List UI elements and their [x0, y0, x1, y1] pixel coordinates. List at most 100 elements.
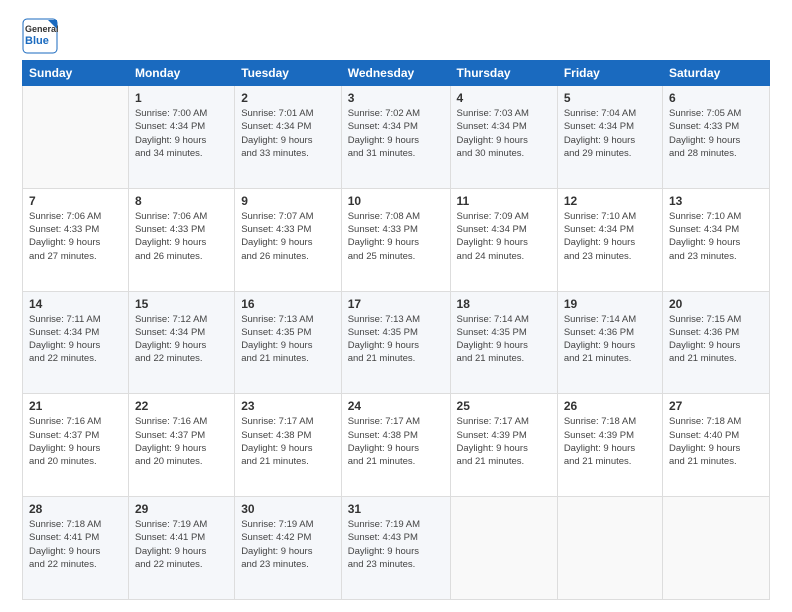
day-cell: 18 Sunrise: 7:14 AM Sunset: 4:35 PM Dayli… [450, 291, 557, 394]
day-cell: 8 Sunrise: 7:06 AM Sunset: 4:33 PM Daylig… [128, 188, 234, 291]
day-info: Sunrise: 7:07 AM Sunset: 4:33 PM Dayligh… [241, 210, 335, 263]
day-info: Sunrise: 7:18 AM Sunset: 4:39 PM Dayligh… [564, 415, 656, 468]
day-cell: 30 Sunrise: 7:19 AM Sunset: 4:42 PM Dayli… [235, 497, 342, 600]
day-number: 21 [29, 399, 122, 413]
day-cell: 31 Sunrise: 7:19 AM Sunset: 4:43 PM Dayli… [341, 497, 450, 600]
day-cell: 28Sunrise: 7:18 AM Sunset: 4:41 PM Dayli… [23, 497, 129, 600]
day-cell: 15 Sunrise: 7:12 AM Sunset: 4:34 PM Dayli… [128, 291, 234, 394]
day-number: 1 [135, 91, 228, 105]
day-cell: 4Sunrise: 7:03 AM Sunset: 4:34 PM Daylig… [450, 86, 557, 189]
day-number: 3 [348, 91, 444, 105]
calendar-body: 1 Sunrise: 7:00 AM Sunset: 4:34 PM Daylig… [23, 86, 770, 600]
day-cell: 23Sunrise: 7:17 AM Sunset: 4:38 PM Dayli… [235, 394, 342, 497]
day-number: 6 [669, 91, 763, 105]
day-cell: 3 Sunrise: 7:02 AM Sunset: 4:34 PM Daylig… [341, 86, 450, 189]
day-cell: 29 Sunrise: 7:19 AM Sunset: 4:41 PM Dayli… [128, 497, 234, 600]
day-number: 2 [241, 91, 335, 105]
day-cell: 14 Sunrise: 7:11 AM Sunset: 4:34 PM Dayli… [23, 291, 129, 394]
logo: General Blue [22, 18, 58, 54]
day-info: Sunrise: 7:16 AM Sunset: 4:37 PM Dayligh… [29, 415, 122, 468]
day-cell [23, 86, 129, 189]
day-info: Sunrise: 7:10 AM Sunset: 4:34 PM Dayligh… [669, 210, 763, 263]
day-cell [557, 497, 662, 600]
day-info: Sunrise: 7:16 AM Sunset: 4:37 PM Dayligh… [135, 415, 228, 468]
day-number: 16 [241, 297, 335, 311]
week-row-1: 1 Sunrise: 7:00 AM Sunset: 4:34 PM Daylig… [23, 86, 770, 189]
day-number: 15 [135, 297, 228, 311]
day-info: Sunrise: 7:01 AM Sunset: 4:34 PM Dayligh… [241, 107, 335, 160]
day-cell: 13 Sunrise: 7:10 AM Sunset: 4:34 PM Dayli… [662, 188, 769, 291]
day-number: 29 [135, 502, 228, 516]
day-info: Sunrise: 7:03 AM Sunset: 4:34 PM Dayligh… [457, 107, 551, 160]
day-info: Sunrise: 7:10 AM Sunset: 4:34 PM Dayligh… [564, 210, 656, 263]
day-info: Sunrise: 7:13 AM Sunset: 4:35 PM Dayligh… [348, 313, 444, 366]
week-row-4: 21 Sunrise: 7:16 AM Sunset: 4:37 PM Dayli… [23, 394, 770, 497]
day-number: 20 [669, 297, 763, 311]
day-info: Sunrise: 7:11 AM Sunset: 4:34 PM Dayligh… [29, 313, 122, 366]
day-info: Sunrise: 7:12 AM Sunset: 4:34 PM Dayligh… [135, 313, 228, 366]
calendar-header: SundayMondayTuesdayWednesdayThursdayFrid… [23, 61, 770, 86]
day-cell: 7 Sunrise: 7:06 AM Sunset: 4:33 PM Daylig… [23, 188, 129, 291]
day-cell: 21 Sunrise: 7:16 AM Sunset: 4:37 PM Dayli… [23, 394, 129, 497]
day-number: 14 [29, 297, 122, 311]
day-cell: 2 Sunrise: 7:01 AM Sunset: 4:34 PM Daylig… [235, 86, 342, 189]
day-cell: 12 Sunrise: 7:10 AM Sunset: 4:34 PM Dayli… [557, 188, 662, 291]
week-row-2: 7 Sunrise: 7:06 AM Sunset: 4:33 PM Daylig… [23, 188, 770, 291]
header-cell-sunday: Sunday [23, 61, 129, 86]
svg-text:General: General [25, 24, 58, 34]
day-cell: 1 Sunrise: 7:00 AM Sunset: 4:34 PM Daylig… [128, 86, 234, 189]
page: General Blue SundayMondayTuesdayWednesda… [0, 0, 792, 612]
day-cell: 6 Sunrise: 7:05 AM Sunset: 4:33 PM Daylig… [662, 86, 769, 189]
day-number: 28 [29, 502, 122, 516]
day-info: Sunrise: 7:09 AM Sunset: 4:34 PM Dayligh… [457, 210, 551, 263]
logo-svg: General Blue [22, 18, 58, 54]
day-cell: 5Sunrise: 7:04 AM Sunset: 4:34 PM Daylig… [557, 86, 662, 189]
day-info: Sunrise: 7:19 AM Sunset: 4:41 PM Dayligh… [135, 518, 228, 571]
day-info: Sunrise: 7:17 AM Sunset: 4:38 PM Dayligh… [241, 415, 335, 468]
day-number: 17 [348, 297, 444, 311]
day-number: 8 [135, 194, 228, 208]
week-row-5: 28Sunrise: 7:18 AM Sunset: 4:41 PM Dayli… [23, 497, 770, 600]
day-cell: 10Sunrise: 7:08 AM Sunset: 4:33 PM Dayli… [341, 188, 450, 291]
day-number: 19 [564, 297, 656, 311]
day-info: Sunrise: 7:06 AM Sunset: 4:33 PM Dayligh… [135, 210, 228, 263]
day-number: 22 [135, 399, 228, 413]
header-cell-thursday: Thursday [450, 61, 557, 86]
day-info: Sunrise: 7:02 AM Sunset: 4:34 PM Dayligh… [348, 107, 444, 160]
day-number: 27 [669, 399, 763, 413]
day-number: 13 [669, 194, 763, 208]
day-cell [662, 497, 769, 600]
day-cell: 27Sunrise: 7:18 AM Sunset: 4:40 PM Dayli… [662, 394, 769, 497]
day-number: 25 [457, 399, 551, 413]
day-info: Sunrise: 7:06 AM Sunset: 4:33 PM Dayligh… [29, 210, 122, 263]
day-info: Sunrise: 7:19 AM Sunset: 4:43 PM Dayligh… [348, 518, 444, 571]
day-cell: 17 Sunrise: 7:13 AM Sunset: 4:35 PM Dayli… [341, 291, 450, 394]
day-info: Sunrise: 7:15 AM Sunset: 4:36 PM Dayligh… [669, 313, 763, 366]
day-cell: 9 Sunrise: 7:07 AM Sunset: 4:33 PM Daylig… [235, 188, 342, 291]
svg-text:Blue: Blue [25, 35, 49, 47]
day-info: Sunrise: 7:13 AM Sunset: 4:35 PM Dayligh… [241, 313, 335, 366]
day-number: 12 [564, 194, 656, 208]
day-info: Sunrise: 7:17 AM Sunset: 4:38 PM Dayligh… [348, 415, 444, 468]
day-cell: 26 Sunrise: 7:18 AM Sunset: 4:39 PM Dayli… [557, 394, 662, 497]
day-number: 11 [457, 194, 551, 208]
day-info: Sunrise: 7:14 AM Sunset: 4:35 PM Dayligh… [457, 313, 551, 366]
day-info: Sunrise: 7:14 AM Sunset: 4:36 PM Dayligh… [564, 313, 656, 366]
day-number: 9 [241, 194, 335, 208]
day-number: 26 [564, 399, 656, 413]
day-info: Sunrise: 7:00 AM Sunset: 4:34 PM Dayligh… [135, 107, 228, 160]
day-number: 10 [348, 194, 444, 208]
day-cell: 20 Sunrise: 7:15 AM Sunset: 4:36 PM Dayli… [662, 291, 769, 394]
day-number: 7 [29, 194, 122, 208]
day-number: 18 [457, 297, 551, 311]
day-info: Sunrise: 7:04 AM Sunset: 4:34 PM Dayligh… [564, 107, 656, 160]
header-cell-monday: Monday [128, 61, 234, 86]
day-cell [450, 497, 557, 600]
day-info: Sunrise: 7:17 AM Sunset: 4:39 PM Dayligh… [457, 415, 551, 468]
day-cell: 11 Sunrise: 7:09 AM Sunset: 4:34 PM Dayli… [450, 188, 557, 291]
day-number: 30 [241, 502, 335, 516]
day-info: Sunrise: 7:05 AM Sunset: 4:33 PM Dayligh… [669, 107, 763, 160]
day-number: 31 [348, 502, 444, 516]
day-info: Sunrise: 7:19 AM Sunset: 4:42 PM Dayligh… [241, 518, 335, 571]
week-row-3: 14 Sunrise: 7:11 AM Sunset: 4:34 PM Dayli… [23, 291, 770, 394]
